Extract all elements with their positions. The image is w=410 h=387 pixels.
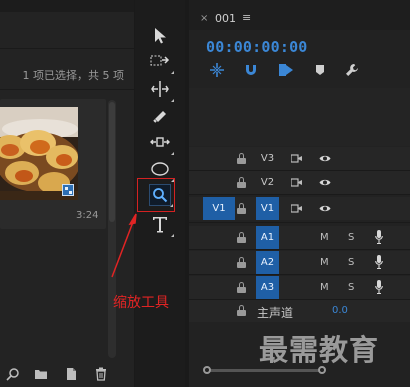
lock-icon[interactable] xyxy=(237,153,246,164)
track-header-master[interactable] xyxy=(189,300,410,322)
zoom-tool-highlight-box xyxy=(137,178,175,212)
project-scrollbar[interactable] xyxy=(108,100,116,358)
eye-visibility-icon[interactable] xyxy=(319,154,331,163)
trash-icon[interactable] xyxy=(94,366,108,381)
mute-button[interactable]: M xyxy=(320,232,329,243)
watermark: 最需教育 xyxy=(259,333,380,367)
linked-selection-icon[interactable] xyxy=(277,61,295,79)
wrench-settings-icon[interactable] xyxy=(343,61,361,79)
new-bin-icon[interactable] xyxy=(34,366,48,380)
close-tab-icon[interactable]: × xyxy=(200,13,208,24)
scrollbar-thumb[interactable] xyxy=(109,102,115,222)
new-item-icon[interactable] xyxy=(64,366,78,380)
divider xyxy=(189,194,410,195)
video-camera-icon[interactable] xyxy=(291,178,302,187)
project-toolbar xyxy=(0,358,134,387)
nest-sequence-icon[interactable] xyxy=(208,61,226,79)
search-icon[interactable] xyxy=(6,366,20,381)
playhead-timecode[interactable]: 00:00:00:00 xyxy=(206,38,308,56)
solo-button[interactable]: S xyxy=(348,257,354,268)
type-t-icon xyxy=(153,217,167,233)
mute-button[interactable]: M xyxy=(320,282,329,293)
solo-button[interactable]: S xyxy=(348,282,354,293)
track-name[interactable]: A3 xyxy=(256,276,279,299)
track-header-a1[interactable]: A1 M S xyxy=(189,226,410,249)
track-name[interactable]: V1 xyxy=(256,197,279,220)
microphone-icon[interactable] xyxy=(375,255,383,270)
annotation-label: 缩放工具 xyxy=(113,295,169,311)
project-panel: 1 项已选择，共 5 项 3:24 xyxy=(0,0,134,387)
arrow-cursor-icon xyxy=(155,28,166,44)
divider xyxy=(0,48,134,49)
track-name[interactable]: V3 xyxy=(256,147,279,170)
track-name[interactable]: A2 xyxy=(256,251,279,274)
razor-tool[interactable] xyxy=(149,105,171,127)
snap-magnet-icon[interactable] xyxy=(242,61,260,79)
track-header-a2[interactable]: A2 M S xyxy=(189,251,410,274)
lock-icon[interactable] xyxy=(237,203,246,214)
pen-tool[interactable] xyxy=(149,158,174,182)
track-header-v3[interactable]: V3 xyxy=(189,147,410,170)
panel-menu-icon[interactable]: ≡ xyxy=(242,11,251,24)
solo-button[interactable]: S xyxy=(348,232,354,243)
track-header-a3[interactable]: A3 M S xyxy=(189,276,410,299)
razor-icon xyxy=(153,111,166,123)
track-header-v2[interactable]: V2 xyxy=(189,171,410,194)
selection-status: 1 项已选择，共 5 项 xyxy=(22,69,125,82)
divider xyxy=(0,89,134,90)
sequence-tab-name[interactable]: 001 xyxy=(215,12,236,25)
track-name[interactable]: V2 xyxy=(256,171,279,194)
slip-icon xyxy=(150,137,170,147)
scrollbar-left-handle[interactable] xyxy=(203,366,211,374)
ellipse-pen-icon xyxy=(151,162,169,176)
clip-duration: 3:24 xyxy=(76,210,99,221)
track-select-icon xyxy=(150,55,170,66)
lock-icon[interactable] xyxy=(237,177,246,188)
track-header-v1[interactable]: V1 V1 xyxy=(189,197,410,220)
scrollbar-track[interactable] xyxy=(204,369,324,372)
ripple-edit-icon xyxy=(151,81,169,97)
lock-icon[interactable] xyxy=(237,232,246,243)
master-track-label: 主声道 xyxy=(257,306,294,320)
ripple-edit-tool[interactable] xyxy=(149,78,174,102)
lock-icon[interactable] xyxy=(237,305,246,316)
microphone-icon[interactable] xyxy=(375,280,383,295)
selection-tool[interactable] xyxy=(149,25,171,47)
type-tool[interactable] xyxy=(149,213,174,237)
sequence-badge-icon xyxy=(62,184,74,196)
master-volume-value[interactable]: 0.0 xyxy=(332,305,348,316)
eye-visibility-icon[interactable] xyxy=(319,204,331,213)
lock-icon[interactable] xyxy=(237,257,246,268)
source-patch-v1[interactable]: V1 xyxy=(203,197,235,220)
panel-tab-strip xyxy=(0,0,134,12)
video-camera-icon[interactable] xyxy=(291,204,302,213)
timeline-ruler-area[interactable] xyxy=(189,88,410,146)
eye-visibility-icon[interactable] xyxy=(319,178,331,187)
microphone-icon[interactable] xyxy=(375,230,383,245)
track-name[interactable]: A1 xyxy=(256,226,279,249)
video-audio-divider xyxy=(189,222,410,223)
slip-tool[interactable] xyxy=(149,131,174,155)
lock-icon[interactable] xyxy=(237,282,246,293)
add-marker-icon[interactable] xyxy=(311,61,329,79)
divider xyxy=(189,274,410,275)
track-select-tool[interactable] xyxy=(149,50,174,74)
divider xyxy=(189,249,410,250)
video-camera-icon[interactable] xyxy=(291,154,302,163)
mute-button[interactable]: M xyxy=(320,257,329,268)
